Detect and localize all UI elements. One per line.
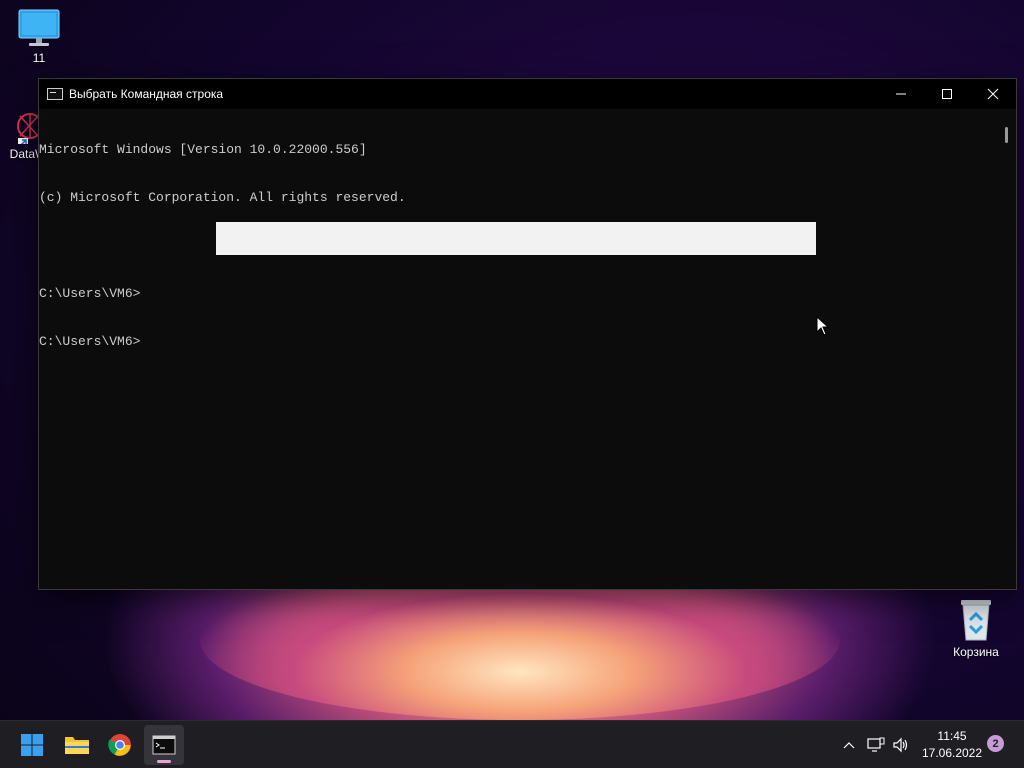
chevron-up-icon [843, 742, 855, 749]
selection-highlight-box [216, 222, 816, 255]
taskbar-file-explorer[interactable] [57, 725, 97, 765]
taskbar-command-prompt[interactable] [144, 725, 184, 765]
monitor-icon [18, 9, 60, 46]
active-app-indicator [157, 760, 171, 763]
vertical-scrollbar[interactable] [998, 109, 1016, 589]
recycle-bin-icon [961, 600, 991, 641]
window-titlebar[interactable]: Выбрать Командная строка [39, 79, 1016, 109]
windows-logo-icon [21, 734, 43, 756]
clock-time: 11:45 [937, 729, 967, 743]
folder-icon [65, 737, 89, 754]
show-hidden-icons-button[interactable] [838, 721, 860, 768]
taskbar-chrome[interactable] [100, 725, 140, 765]
notification-badge[interactable]: 2 [987, 735, 1004, 752]
taskbar: 11:45 17.06.2022 [0, 720, 1024, 768]
chrome-icon [108, 734, 131, 756]
desktop-icon-label: Корзина [953, 645, 999, 659]
maximize-button[interactable] [924, 79, 970, 109]
scrollbar-thumb[interactable] [1005, 127, 1008, 143]
desktop-icon-this-pc[interactable]: 11 [14, 8, 64, 65]
console-line: Microsoft Windows [Version 10.0.22000.55… [39, 142, 367, 157]
console-line: C:\Users\VM6> [39, 334, 141, 349]
desktop-icon-recycle-bin[interactable]: Корзина [948, 596, 1004, 659]
taskbar-clock[interactable]: 11:45 17.06.2022 [918, 728, 986, 762]
start-button[interactable] [12, 725, 52, 765]
clock-date: 17.06.2022 [921, 746, 983, 760]
close-icon [987, 88, 999, 100]
console-output[interactable]: Microsoft Windows [Version 10.0.22000.55… [39, 109, 998, 589]
terminal-icon [47, 88, 63, 100]
desktop-icon-label: 11 [32, 51, 46, 65]
volume-icon [893, 737, 908, 753]
network-icon [867, 737, 885, 752]
console-line: C:\Users\VM6> [39, 286, 141, 301]
volume-button[interactable] [890, 721, 912, 768]
command-prompt-window[interactable]: Выбрать Командная строка Microsoft Windo… [38, 78, 1017, 590]
terminal-icon [152, 735, 176, 755]
network-button[interactable] [865, 721, 887, 768]
mouse-cursor-icon [816, 316, 830, 336]
minimize-icon [896, 93, 906, 95]
maximize-icon [942, 89, 952, 99]
close-button[interactable] [970, 79, 1016, 109]
minimize-button[interactable] [878, 79, 924, 109]
datawrapper-shortcut-icon [17, 113, 40, 144]
window-title: Выбрать Командная строка [69, 87, 224, 101]
console-line: (c) Microsoft Corporation. All rights re… [39, 190, 406, 205]
